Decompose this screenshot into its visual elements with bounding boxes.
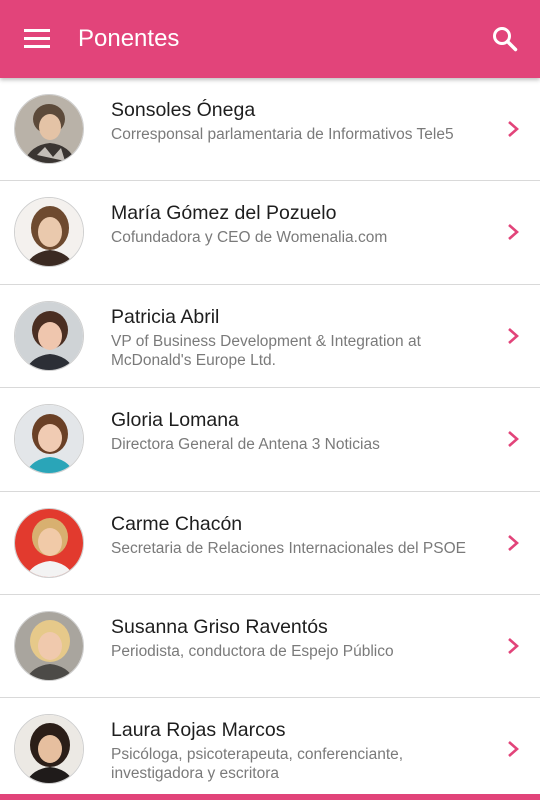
speaker-name: Carme Chacón [111,512,243,535]
chevron-right-icon [508,431,519,448]
speaker-role: VP of Business Development & Integration… [111,332,421,369]
speaker-role: Secretaria de Relaciones Internacionales… [111,539,466,557]
speaker-role: Psicóloga, psicoterapeuta, conferenciant… [111,746,404,783]
speaker-row[interactable]: Gloria Lomana Directora General de Anten… [0,388,540,492]
chevron-right-icon [508,224,519,241]
bottom-accent-bar [0,794,540,800]
search-button[interactable] [484,18,526,60]
speaker-row[interactable]: Carme Chacón Secretaria de Relaciones In… [0,491,540,595]
search-icon [493,27,518,52]
speaker-row[interactable]: Sonsoles Ónega Corresponsal parlamentari… [0,78,540,182]
speaker-row[interactable]: Susanna Griso Raventós Periodista, condu… [0,594,540,699]
speaker-role: Directora General de Antena 3 Noticias [111,436,380,454]
speaker-name: Susanna Griso Raventós [111,615,328,638]
speaker-name: Laura Rojas Marcos [111,719,286,742]
speaker-avatar [14,94,84,164]
speaker-avatar [14,610,84,681]
speaker-role: Cofundadora y CEO de Womenalia.com [111,229,388,247]
speaker-row[interactable]: Patricia Abril VP of Business Developmen… [0,284,540,389]
speaker-avatar [14,404,84,475]
speaker-row[interactable]: Laura Rojas Marcos Psicóloga, psicoterap… [0,698,540,800]
speaker-list: Sonsoles Ónega Corresponsal parlamentari… [0,78,540,800]
speaker-avatar [14,507,84,578]
chevron-right-icon [508,741,519,758]
chevron-right-icon [508,534,519,551]
hamburger-menu-icon [24,29,50,48]
page-title: Ponentes [78,25,180,52]
speaker-avatar [14,714,84,785]
speaker-avatar [14,300,84,371]
menu-button[interactable] [16,19,60,59]
speaker-role: Corresponsal parlamentaria de Informativ… [111,126,454,143]
chevron-right-icon [508,327,519,344]
speaker-role: Periodista, conductora de Espejo Público [111,642,394,660]
speaker-name: Gloria Lomana [111,409,239,432]
speaker-name: Patricia Abril [111,305,220,328]
app-bar: Ponentes [0,0,540,78]
speaker-name: María Gómez del Pozuelo [111,202,337,225]
speaker-avatar [14,197,84,268]
speaker-name: Sonsoles Ónega [111,99,256,121]
chevron-right-icon [508,121,519,137]
chevron-right-icon [508,637,519,654]
speaker-row[interactable]: María Gómez del Pozuelo Cofundadora y CE… [0,181,540,285]
